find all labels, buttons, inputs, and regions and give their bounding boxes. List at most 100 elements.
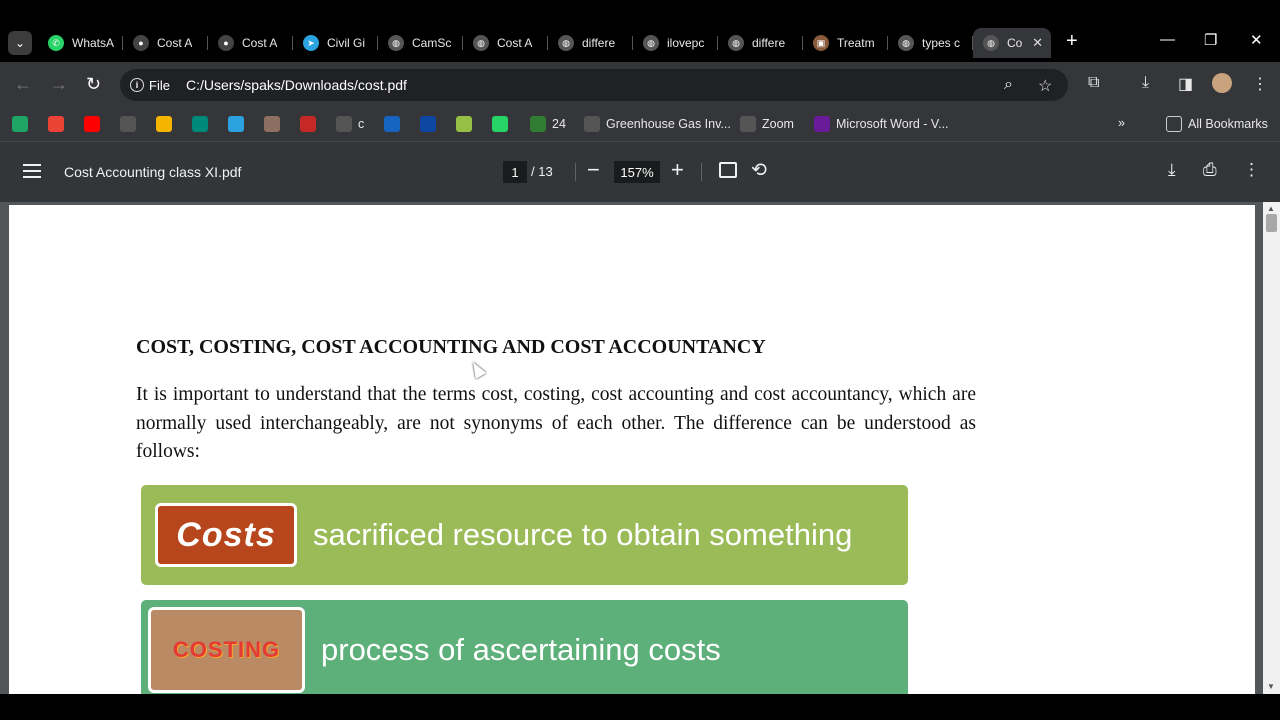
tab-label: Cost A xyxy=(497,36,533,50)
side-panel-icon[interactable]: ◨ xyxy=(1178,74,1193,94)
card-text: process of ascertaining costs xyxy=(321,632,721,667)
tab-label: Cost A xyxy=(242,36,278,50)
menu-icon[interactable] xyxy=(23,164,41,178)
chevron-down-icon: ⌄ xyxy=(14,36,26,50)
app-book-icon xyxy=(420,116,436,132)
bookmark-item[interactable] xyxy=(420,116,442,132)
site-info-chip[interactable]: i File xyxy=(130,78,170,93)
bookmark-item[interactable] xyxy=(228,116,250,132)
minimize-button[interactable]: — xyxy=(1160,31,1175,48)
tab-search-button[interactable]: ⌄ xyxy=(8,31,32,55)
bookmark-item[interactable] xyxy=(384,116,406,132)
page-paragraph: It is important to understand that the t… xyxy=(136,384,976,462)
globe-icon xyxy=(584,116,600,132)
divider xyxy=(575,163,576,181)
avatar[interactable] xyxy=(1212,73,1232,93)
tab[interactable]: ➤ Civil Gi xyxy=(293,28,378,58)
bookmark-item[interactable]: Greenhouse Gas Inv... xyxy=(584,116,731,132)
tab[interactable]: ◍ types c xyxy=(888,28,973,58)
bookmark-item[interactable] xyxy=(84,116,106,132)
mouse-cursor xyxy=(467,359,487,379)
menu-kebab-icon[interactable]: ⋮ xyxy=(1252,74,1268,94)
bookmark-item[interactable] xyxy=(456,116,478,132)
pdf-viewer[interactable]: COST, COSTING, COST ACCOUNTING AND COST … xyxy=(0,202,1280,694)
tab[interactable]: ● Cost A xyxy=(208,28,293,58)
zoom-out-button[interactable]: − xyxy=(587,157,600,183)
tab-label: CamSc xyxy=(412,36,452,50)
tab[interactable]: ● Cost A xyxy=(123,28,208,58)
red-logo-icon xyxy=(300,116,316,132)
bookmarks-overflow-button[interactable]: » xyxy=(1118,116,1125,130)
all-bookmarks-label: All Bookmarks xyxy=(1188,117,1268,131)
bookmark-item[interactable]: 24 xyxy=(530,116,566,132)
card-text: sacrificed resource to obtain something xyxy=(313,517,853,552)
double-chevron-icon: » xyxy=(1118,116,1125,130)
rotate-icon[interactable]: ⟲ xyxy=(751,159,767,182)
tab[interactable]: ◍ ilovepc xyxy=(633,28,718,58)
bookmark-item[interactable] xyxy=(48,116,70,132)
bookmark-item[interactable] xyxy=(192,116,214,132)
bookmark-item[interactable] xyxy=(492,116,514,132)
costing-image-text: COSTING xyxy=(172,637,281,662)
whatsapp-icon xyxy=(492,116,508,132)
folder-icon xyxy=(1166,116,1182,132)
restore-button[interactable]: ❐ xyxy=(1204,31,1217,49)
all-bookmarks-button[interactable]: All Bookmarks xyxy=(1166,116,1268,132)
page-number-input[interactable]: 1 xyxy=(503,161,527,183)
scroll-up-icon[interactable]: ▲ xyxy=(1267,204,1275,213)
tab-list: ✆ WhatsA ● Cost A ● Cost A ➤ Civil Gi ◍ CamSc ◍ Cos… xyxy=(38,28,1051,58)
print-icon[interactable]: ⎙ xyxy=(1203,160,1217,180)
vertical-scrollbar[interactable]: ▲ ▼ xyxy=(1263,202,1280,694)
tab[interactable]: ◍ Cost A xyxy=(463,28,548,58)
bookmark-label: Zoom xyxy=(762,117,794,131)
app-a-icon xyxy=(384,116,400,132)
bookmark-item[interactable] xyxy=(12,116,34,132)
extensions-icon[interactable]: ⧉ xyxy=(1088,74,1099,92)
address-bar[interactable]: i File C:/Users/spaks/Downloads/cost.pdf… xyxy=(120,69,1068,101)
new-tab-button[interactable]: + xyxy=(1066,31,1078,51)
bookmark-item[interactable] xyxy=(264,116,286,132)
scrollbar-thumb[interactable] xyxy=(1266,214,1277,232)
tab-label: Co xyxy=(1007,36,1023,50)
url-text[interactable]: C:/Users/spaks/Downloads/cost.pdf xyxy=(186,77,407,93)
site-logo-icon: ▣ xyxy=(813,35,829,51)
tab[interactable]: ✆ WhatsA xyxy=(38,28,123,58)
forward-button[interactable]: → xyxy=(50,74,68,95)
bookmark-item[interactable]: c xyxy=(336,116,364,132)
bookmark-item[interactable] xyxy=(120,116,142,132)
divider xyxy=(701,163,702,181)
tab[interactable]: ◍ CamSc xyxy=(378,28,463,58)
bookmark-item[interactable] xyxy=(300,116,322,132)
zoom-in-button[interactable]: + xyxy=(671,157,684,183)
star-icon[interactable]: ☆ xyxy=(1038,76,1052,96)
bookmark-item[interactable]: Microsoft Word - V... xyxy=(814,116,949,132)
tab-label: differe xyxy=(752,36,786,50)
scroll-down-icon[interactable]: ▼ xyxy=(1267,682,1275,691)
download-icon[interactable]: ⤓ xyxy=(1168,160,1176,180)
tab-active[interactable]: ◍ Co ✕ xyxy=(973,28,1051,58)
close-tab-icon[interactable]: ✕ xyxy=(1032,35,1043,51)
close-window-button[interactable]: ✕ xyxy=(1250,31,1263,49)
zoom-icon[interactable]: ⌕ xyxy=(1004,76,1013,94)
downloads-icon[interactable]: ⤓ xyxy=(1142,74,1149,92)
tab[interactable]: ◍ differe xyxy=(548,28,633,58)
youtube-icon xyxy=(84,116,100,132)
bookmark-item[interactable]: Zoom xyxy=(740,116,794,132)
zoom-level-input[interactable]: 157% xyxy=(614,161,660,183)
bookmark-label: c xyxy=(358,117,365,131)
more-options-icon[interactable]: ⋮ xyxy=(1243,160,1260,180)
tab-label: Treatm xyxy=(837,36,875,50)
bookmark-item[interactable] xyxy=(156,116,178,132)
fit-to-page-icon[interactable] xyxy=(719,162,737,178)
back-button[interactable]: ← xyxy=(14,74,32,95)
tab-label: WhatsA xyxy=(72,36,115,50)
reload-button[interactable]: ↻ xyxy=(86,74,101,95)
tab[interactable]: ◍ differe xyxy=(718,28,803,58)
globe-icon xyxy=(740,116,756,132)
definition-card-cost: Costs sacrificed resource to obtain some… xyxy=(141,485,908,585)
telegram-icon xyxy=(228,116,244,132)
tab-label: types c xyxy=(922,36,961,50)
site-dot-icon: ● xyxy=(218,35,234,51)
costs-image: Costs xyxy=(155,503,297,567)
tab[interactable]: ▣ Treatm xyxy=(803,28,888,58)
